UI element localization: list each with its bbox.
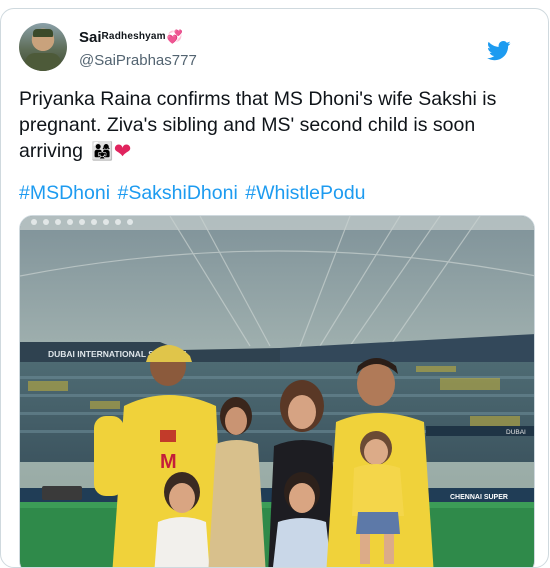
display-name[interactable]: SaiRadheshyam💞 (79, 27, 197, 48)
hashtag-msdhoni[interactable]: #MSDhoni (19, 182, 110, 204)
red-heart-emoji: ❤ (113, 140, 132, 163)
hashtags: #MSDhoni #SakshiDhoni #WhistlePodu (19, 180, 529, 206)
banner-right: DUBAI (506, 429, 526, 436)
hashtag-sakshidhoni[interactable]: #SakshiDhoni (117, 182, 237, 204)
twitter-bird-icon[interactable] (487, 41, 511, 61)
hashtag-whistlepodu[interactable]: #WhistlePodu (245, 182, 365, 204)
tweet-card[interactable]: SaiRadheshyam💞 @SaiPrabhas777 Priyanka R… (0, 8, 549, 568)
hearts-emoji: 💞 (166, 29, 183, 44)
stadium-family-photo: DUBAI INTERNATIONAL STADIUM DUBAI CHENNA… (20, 216, 534, 567)
user-handle[interactable]: @SaiPrabhas777 (79, 51, 197, 71)
tweet-photo[interactable]: DUBAI INTERNATIONAL STADIUM DUBAI CHENNA… (19, 215, 535, 567)
jersey-logo: M (160, 451, 177, 473)
tweet-header: SaiRadheshyam💞 @SaiPrabhas777 (19, 23, 529, 73)
family-emoji: 👨‍👩‍👧 (91, 141, 114, 161)
board-right: CHENNAI SUPER (450, 494, 508, 501)
avatar[interactable] (19, 23, 67, 71)
tweet-text: Priyanka Raina confirms that MS Dhoni's … (19, 88, 497, 163)
user-names[interactable]: SaiRadheshyam💞 @SaiPrabhas777 (79, 27, 197, 71)
